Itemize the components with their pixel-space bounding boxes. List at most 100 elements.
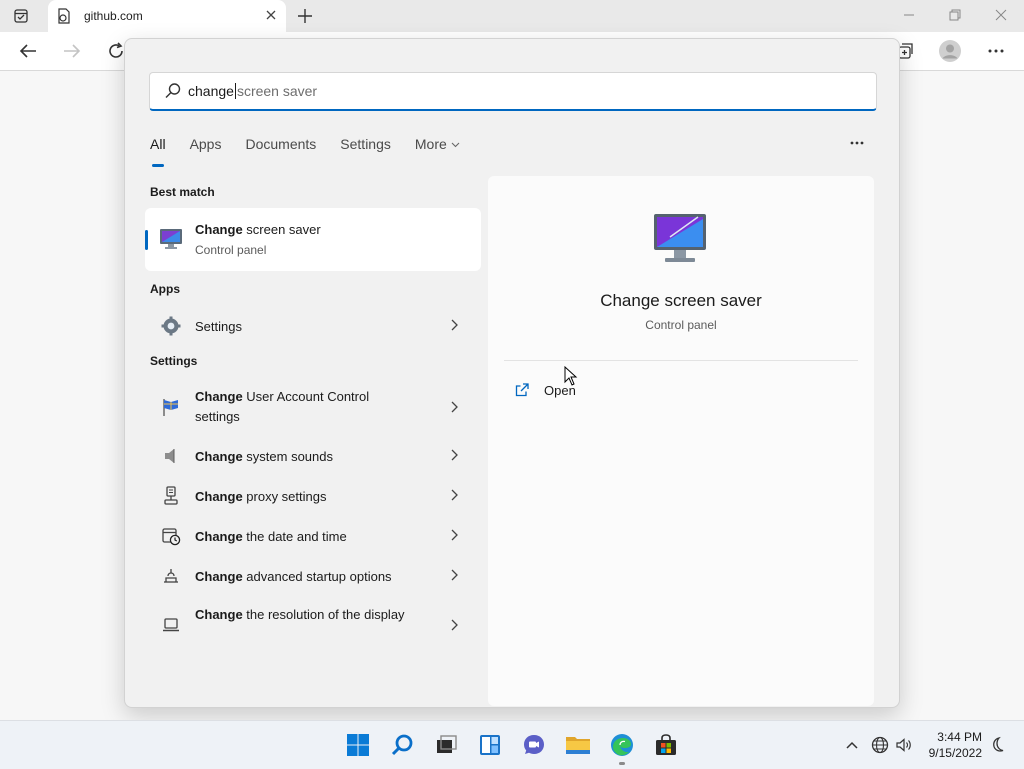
result-rest-text: the resolution of the display: [242, 607, 405, 622]
start-search-panel: change screen saver All Apps Documents S…: [124, 38, 900, 708]
back-arrow-icon[interactable]: [17, 40, 39, 62]
clock-time: 3:44 PM: [937, 730, 982, 744]
network-globe-icon[interactable]: [870, 735, 890, 755]
volume-icon[interactable]: [894, 735, 914, 755]
uac-flag-icon: [161, 397, 181, 417]
filter-tab-apps[interactable]: Apps: [190, 136, 222, 158]
screen-saver-icon: [654, 214, 706, 262]
settings-result-label: Change advanced startup options: [195, 567, 415, 587]
settings-result-label: Change system sounds: [195, 447, 415, 467]
settings-result-advanced-startup[interactable]: Change advanced startup options: [145, 557, 481, 593]
taskbar: 3:44 PM 9/15/2022: [0, 720, 1024, 769]
clock-date: 9/15/2022: [928, 746, 982, 760]
mouse-cursor-icon: [564, 366, 578, 386]
startup-icon: [161, 566, 181, 586]
filter-tab-all[interactable]: All: [150, 136, 166, 167]
settings-result-label: Change User Account Control settings: [195, 387, 415, 427]
file-explorer-icon[interactable]: [562, 729, 594, 761]
search-input[interactable]: change screen saver: [188, 80, 838, 102]
result-rest-text: system sounds: [242, 449, 333, 464]
result-bold-text: Change: [195, 569, 243, 584]
result-bold-text: Change: [195, 449, 243, 464]
profile-avatar-icon[interactable]: [938, 39, 962, 63]
filter-tab-more[interactable]: More: [415, 136, 460, 158]
restore-icon[interactable]: [932, 0, 978, 30]
close-tab-icon[interactable]: [264, 8, 278, 22]
panel-more-options-icon[interactable]: [847, 135, 867, 151]
result-rest-text: the date and time: [242, 529, 347, 544]
app-result-label: Settings: [195, 319, 242, 334]
best-match-subtitle: Control panel: [195, 243, 267, 257]
settings-result-date-time[interactable]: Change the date and time: [145, 517, 481, 553]
chevron-right-icon[interactable]: [449, 319, 459, 331]
settings-result-system-sounds[interactable]: Change system sounds: [145, 437, 481, 473]
search-box[interactable]: change screen saver: [149, 72, 877, 111]
settings-result-display-resolution[interactable]: Change the resolution of the display: [145, 604, 481, 646]
best-match-title-bold: Change: [195, 222, 243, 237]
teams-chat-icon[interactable]: [518, 729, 550, 761]
section-label-best-match: Best match: [150, 185, 215, 199]
task-view-icon[interactable]: [430, 729, 462, 761]
result-bold-text: Change: [195, 489, 243, 504]
filter-tab-settings[interactable]: Settings: [340, 136, 391, 158]
chevron-right-icon[interactable]: [449, 529, 459, 541]
minimize-icon[interactable]: [886, 0, 932, 30]
section-label-settings: Settings: [150, 354, 198, 368]
browser-tab-strip: github.com: [0, 0, 1024, 32]
result-preview-pane: Change screen saver Control panel Open: [488, 176, 874, 706]
proxy-icon: [161, 486, 181, 506]
filter-more-label: More: [414, 136, 447, 152]
page-favicon-icon: [58, 8, 70, 24]
settings-result-uac[interactable]: Change User Account Control settings: [145, 386, 481, 428]
best-match-title-rest: screen saver: [242, 222, 321, 237]
chevron-up-icon[interactable]: [842, 735, 862, 755]
windows-start-icon[interactable]: [342, 729, 374, 761]
app-result-settings[interactable]: Settings: [145, 307, 481, 343]
tab-title: github.com: [84, 9, 143, 23]
selection-accent: [145, 230, 148, 250]
chevron-right-icon[interactable]: [449, 489, 459, 501]
search-typed-text: change: [188, 83, 234, 99]
settings-result-label: Change the resolution of the display: [195, 605, 415, 625]
result-bold-text: Change: [195, 529, 243, 544]
gear-icon: [161, 316, 181, 336]
chevron-right-icon[interactable]: [449, 619, 459, 631]
more-options-icon[interactable]: [985, 40, 1007, 62]
chevron-right-icon[interactable]: [449, 569, 459, 581]
widgets-icon[interactable]: [474, 729, 506, 761]
laptop-icon: [161, 615, 181, 635]
best-match-result[interactable]: Change screen saver Control panel: [145, 208, 481, 271]
store-icon[interactable]: [650, 729, 682, 761]
search-icon[interactable]: [386, 729, 418, 761]
best-match-title: Change screen saver: [195, 222, 321, 237]
close-window-icon[interactable]: [978, 0, 1024, 30]
tab-actions-icon[interactable]: [12, 7, 30, 25]
settings-result-proxy[interactable]: Change proxy settings: [145, 477, 481, 513]
speaker-icon: [161, 446, 181, 466]
filter-tab-documents[interactable]: Documents: [245, 136, 316, 158]
edge-icon[interactable]: [606, 729, 638, 765]
preview-subtitle: Control panel: [645, 318, 717, 332]
result-rest-text: proxy settings: [242, 489, 327, 504]
preview-divider: [504, 360, 858, 361]
browser-tab[interactable]: github.com: [48, 0, 286, 32]
chevron-right-icon[interactable]: [449, 449, 459, 461]
preview-title: Change screen saver: [600, 291, 762, 310]
text-caret: [234, 83, 236, 99]
section-label-apps: Apps: [150, 282, 180, 296]
open-external-icon: [515, 383, 529, 397]
chevron-right-icon[interactable]: [449, 401, 459, 413]
forward-arrow-icon[interactable]: [61, 40, 83, 62]
search-suggestion-text: screen saver: [236, 83, 318, 99]
search-icon: [165, 83, 181, 98]
new-tab-icon[interactable]: [295, 6, 315, 26]
settings-result-label: Change proxy settings: [195, 487, 415, 507]
settings-result-label: Change the date and time: [195, 527, 415, 547]
result-bold-text: Change: [195, 389, 243, 404]
search-filter-tabs: All Apps Documents Settings More: [150, 136, 484, 167]
screen-saver-icon: [160, 229, 182, 249]
clock-calendar-icon: [161, 526, 181, 546]
result-bold-text: Change: [195, 607, 243, 622]
focus-assist-moon-icon[interactable]: [988, 735, 1008, 755]
taskbar-clock[interactable]: 3:44 PM 9/15/2022: [920, 729, 982, 761]
